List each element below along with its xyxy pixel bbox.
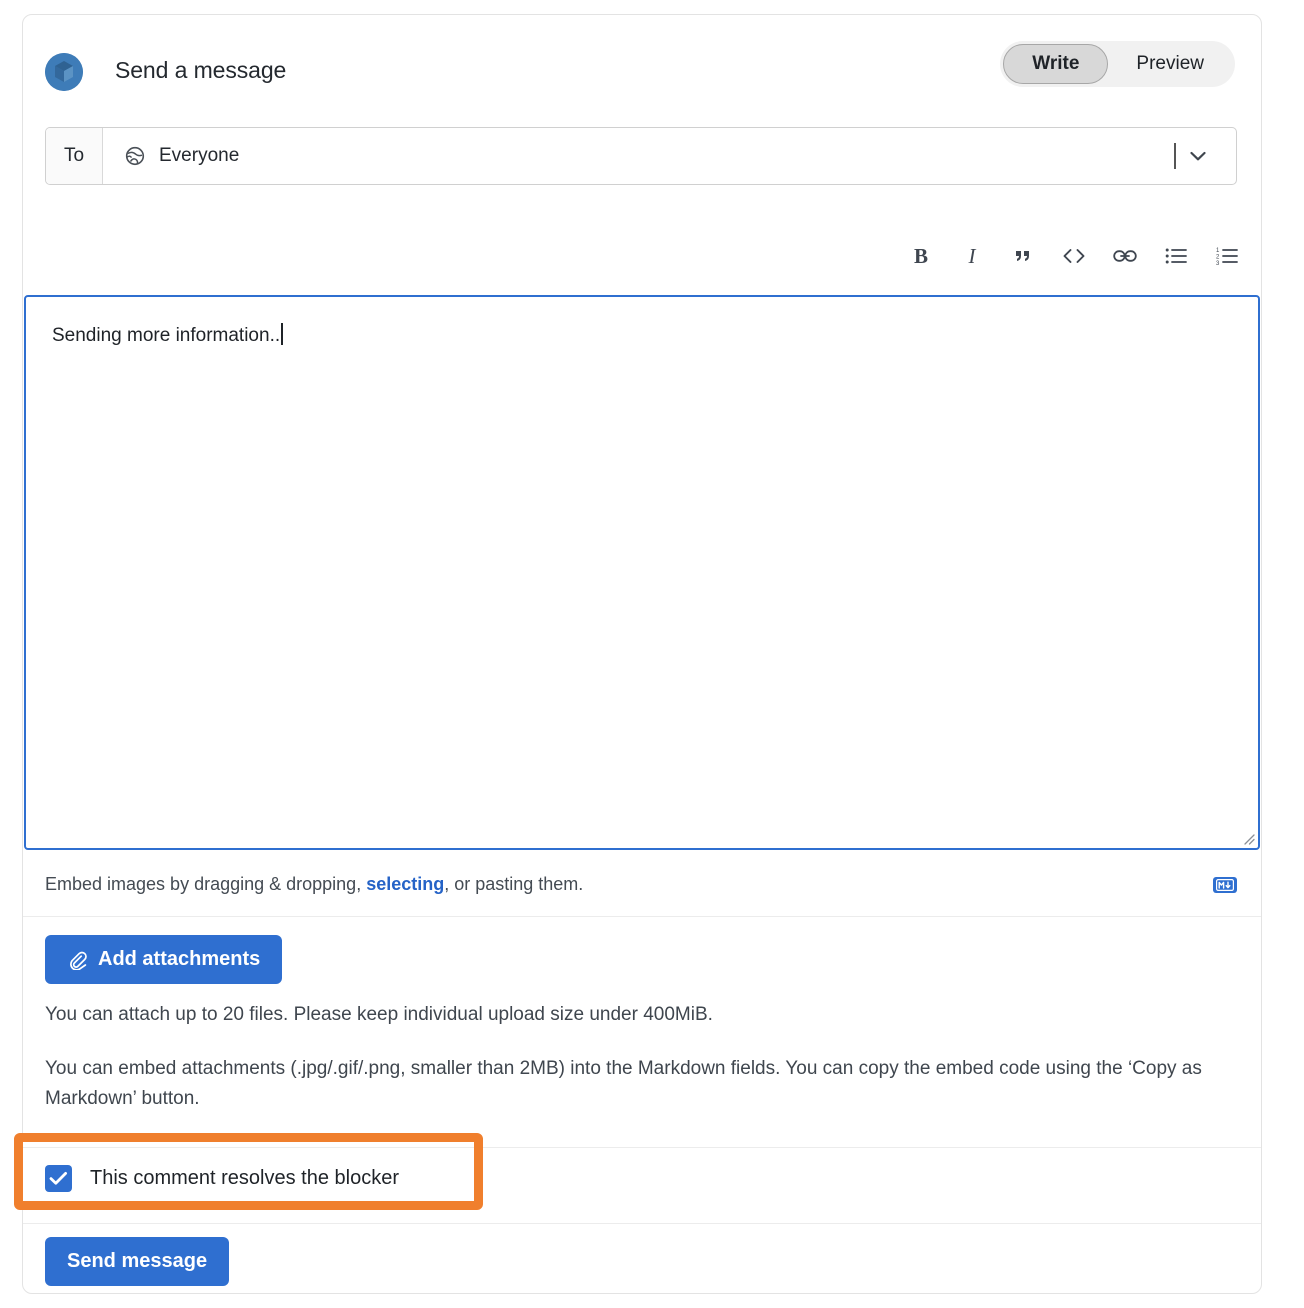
text-caret	[1174, 143, 1176, 169]
submit-section: Send message	[23, 1224, 1261, 1295]
resolve-blocker-checkbox-row[interactable]: This comment resolves the blocker	[45, 1165, 399, 1192]
svg-text:2: 2	[1216, 255, 1220, 261]
resize-handle[interactable]	[1241, 831, 1255, 845]
checkmark-icon	[49, 1172, 67, 1185]
markdown-icon[interactable]	[1213, 876, 1237, 893]
recipient-value-area[interactable]: Everyone	[103, 128, 1144, 184]
write-preview-toggle[interactable]: Write Preview	[1000, 41, 1235, 87]
tab-preview[interactable]: Preview	[1108, 44, 1232, 84]
globe-icon	[125, 146, 145, 166]
svg-text:1: 1	[1216, 248, 1220, 254]
resolve-blocker-checkbox[interactable]	[45, 1165, 72, 1192]
paperclip-icon	[67, 950, 87, 970]
italic-icon[interactable]: I	[960, 243, 984, 269]
bulleted-list-icon[interactable]	[1164, 243, 1188, 269]
resolve-blocker-section: This comment resolves the blocker	[23, 1148, 1261, 1224]
attachments-section: Add attachments You can attach up to 20 …	[23, 918, 1261, 1148]
recipient-field[interactable]: To Everyone	[45, 127, 1237, 185]
screenshot-root: Send a message Write Preview To Everyone	[0, 0, 1304, 1308]
add-attachments-button[interactable]: Add attachments	[45, 935, 283, 984]
link-icon[interactable]	[1113, 243, 1137, 269]
message-textarea[interactable]: Sending more information..	[24, 295, 1260, 850]
embed-hint-before: Embed images by dragging & dropping,	[45, 874, 367, 894]
send-message-card: Send a message Write Preview To Everyone	[22, 14, 1262, 1294]
send-message-button[interactable]: Send message	[45, 1237, 230, 1286]
code-icon[interactable]	[1062, 243, 1086, 269]
resolve-blocker-label: This comment resolves the blocker	[90, 1167, 400, 1189]
page-title: Send a message	[115, 57, 287, 83]
attachment-info-line-1: You can attach up to 20 files. Please ke…	[45, 1004, 713, 1025]
tab-write[interactable]: Write	[1003, 44, 1109, 84]
chevron-down-icon[interactable]	[1190, 151, 1206, 161]
bold-icon[interactable]: B	[909, 243, 933, 269]
embed-hint-text: Embed images by dragging & dropping, sel…	[45, 874, 583, 895]
embed-hint-after: , or pasting them.	[444, 874, 584, 894]
recipient-value: Everyone	[159, 145, 240, 166]
embed-hint-row: Embed images by dragging & dropping, sel…	[23, 853, 1261, 917]
attachment-info-line-2: You can embed attachments (.jpg/.gif/.pn…	[45, 1058, 1202, 1109]
markdown-toolbar[interactable]: B I 1 2 3	[909, 243, 1239, 269]
add-attachments-label: Add attachments	[98, 948, 261, 970]
message-textarea-value-wrap: Sending more information..	[52, 323, 283, 347]
select-files-link[interactable]: selecting	[366, 874, 444, 894]
card-header: Send a message Write Preview	[23, 15, 1261, 113]
svg-text:3: 3	[1216, 261, 1220, 265]
numbered-list-icon[interactable]: 1 2 3	[1215, 243, 1239, 269]
recipient-label: To	[46, 128, 103, 184]
user-avatar-cube-icon	[45, 53, 83, 91]
text-cursor	[281, 323, 283, 345]
message-textarea-value: Sending more information..	[52, 325, 281, 346]
recipient-controls[interactable]	[1144, 128, 1236, 184]
quote-icon[interactable]	[1011, 243, 1035, 269]
